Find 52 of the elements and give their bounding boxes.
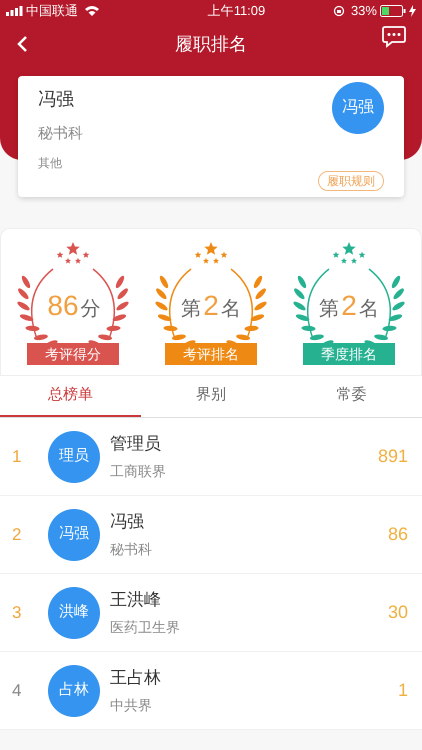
ranking-row[interactable]: 2 冯强 冯强 秘书科 86 <box>0 496 422 574</box>
profile-group: 其他 <box>38 154 384 172</box>
wifi-icon <box>84 5 100 17</box>
avatar: 冯强 <box>48 508 100 560</box>
battery-percent: 33% <box>350 2 377 20</box>
status-time: 上午11:09 <box>206 2 266 20</box>
score: 1 <box>398 679 408 702</box>
score: 86 <box>388 523 408 546</box>
award-ribbon: 考评排名 <box>165 343 257 365</box>
award-value: 86 <box>47 289 79 323</box>
avatar: 理员 <box>48 430 100 482</box>
ranking-row[interactable]: 3 洪峰 王洪峰 医药卫生界 30 <box>0 574 422 652</box>
member-group: 中共界 <box>110 694 161 716</box>
signal-icon <box>6 6 24 16</box>
ranking-row[interactable]: 4 占林 王占林 中共界 1 <box>0 652 422 730</box>
message-button[interactable] <box>382 26 406 48</box>
page-title: 履职排名 <box>175 32 247 56</box>
award-suffix: 名 <box>220 297 241 322</box>
member-group: 医药卫生界 <box>110 616 180 638</box>
award-prefix: 第 <box>181 297 202 322</box>
charging-icon <box>408 5 416 17</box>
profile-department: 秘书科 <box>38 124 84 144</box>
chat-bubble-icon <box>382 26 406 48</box>
score: 30 <box>388 601 408 624</box>
award-suffix: 名 <box>358 297 379 322</box>
award-value: 2 <box>203 289 219 323</box>
ranking-row[interactable]: 1 理员 管理员 工商联界 891 <box>0 418 422 496</box>
rank-number: 4 <box>12 680 22 702</box>
member-name: 管理员 <box>110 433 162 456</box>
member-group: 秘书科 <box>110 538 152 560</box>
battery-icon <box>380 5 406 17</box>
rank-number: 1 <box>12 446 22 468</box>
award-ribbon: 季度排名 <box>303 343 395 365</box>
avatar: 冯强 <box>332 82 384 134</box>
tab[interactable]: 界别 <box>140 376 282 417</box>
member-name: 冯强 <box>110 511 145 534</box>
member-name: 王占林 <box>110 667 161 690</box>
tab[interactable]: 常委 <box>281 376 422 417</box>
score: 891 <box>378 445 408 468</box>
award-suffix: 分 <box>80 297 101 322</box>
rank-number: 3 <box>12 602 22 624</box>
award-prefix: 第 <box>319 297 340 322</box>
profile-name: 冯强 <box>38 88 74 111</box>
award-ribbon: 考评得分 <box>27 343 119 365</box>
avatar: 洪峰 <box>48 586 100 638</box>
rank-number: 2 <box>12 524 22 546</box>
avatar: 占林 <box>48 664 100 716</box>
carrier-name: 中国联通 <box>26 2 78 20</box>
member-group: 工商联界 <box>110 460 166 482</box>
rotation-lock-icon <box>332 5 345 17</box>
member-name: 王洪峰 <box>110 589 162 612</box>
award-value: 2 <box>341 289 357 323</box>
